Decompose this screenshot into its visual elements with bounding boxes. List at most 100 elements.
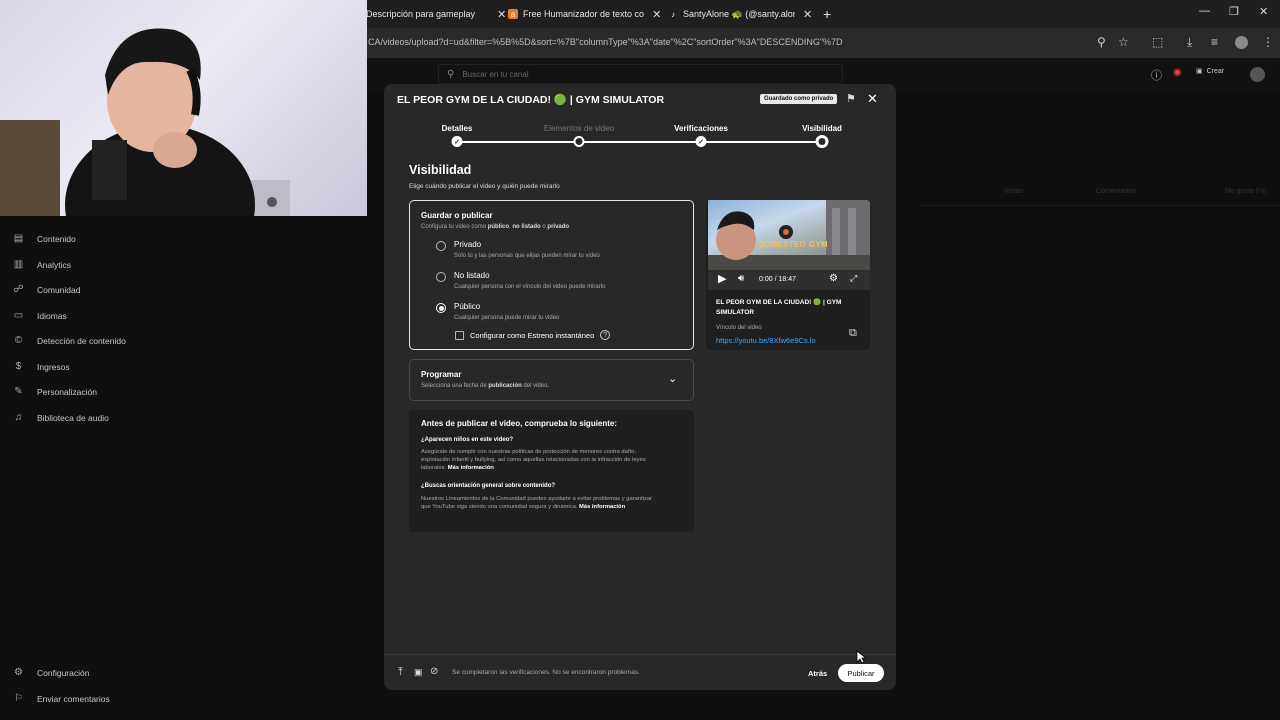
sidebar-item-personalizacion[interactable]: ✎ Personalización [12, 385, 97, 398]
checks-complete-icon[interactable]: ⊘ [430, 666, 438, 677]
sidebar-item-idiomas[interactable]: ▭ Idiomas [12, 309, 67, 322]
create-button[interactable]: ▣ Crear [1196, 67, 1224, 76]
volume-icon[interactable]: 🔊︎ [738, 273, 744, 284]
tab-humanizador[interactable]: a Free Humanizador de texto co ✕ [508, 4, 661, 24]
premiere-checkbox[interactable] [455, 330, 464, 340]
humanizer-favicon-icon: a [508, 9, 518, 19]
sidebar-item-audio[interactable]: ♫ Biblioteca de audio [12, 411, 109, 424]
sidebar-item-label: Biblioteca de audio [37, 412, 109, 423]
download-icon[interactable]: ⤓ [1187, 35, 1192, 50]
restore-icon[interactable]: ❐ [1229, 5, 1239, 18]
option-label: No listado [454, 271, 490, 280]
step-detalles[interactable]: Detalles [442, 124, 473, 133]
option-publico[interactable]: Público Cualquier persona puede mirar tu… [436, 302, 559, 321]
url-text[interactable]: CA/videos/upload?d=ud&filter=%5B%5D&sort… [368, 37, 843, 47]
video-thumbnail[interactable]: DOMESTEO GYM ▶ 🔊︎ 0:00 / 18:47 ⚙ ⤢ [708, 200, 870, 290]
media-control-icon[interactable]: ≡ [1211, 35, 1218, 49]
close-icon[interactable]: ✕ [803, 8, 812, 21]
sidebar-item-deteccion[interactable]: © Detección de contenido [12, 334, 126, 347]
sidebar-item-label: Enviar comentarios [37, 693, 110, 704]
window-close-icon[interactable]: ✕ [1259, 5, 1268, 18]
bookmark-star-icon[interactable]: ☆ [1118, 35, 1129, 49]
schedule-card[interactable]: Programar Selecciona una fecha de public… [409, 359, 694, 401]
chevron-down-icon[interactable]: ⌄ [668, 372, 677, 385]
webcam-overlay [0, 0, 367, 216]
publish-button[interactable]: Publicar [838, 664, 884, 682]
sidebar-item-label: Detección de contenido [37, 335, 126, 346]
checklist-a2: Nuestros Lineamientos de la Comunidad pu… [421, 496, 653, 510]
step-current-dot [815, 135, 829, 148]
step-visibilidad[interactable]: Visibilidad [802, 124, 842, 133]
saved-private-badge: Guardado como privado [760, 94, 838, 104]
radio-button[interactable] [436, 272, 446, 282]
sidebar-item-label: Ingresos [37, 361, 70, 372]
option-label: Público [454, 302, 481, 311]
new-tab-plus-icon[interactable]: + [823, 4, 831, 24]
option-desc: Cualquier persona puede mirar tu video [454, 315, 560, 321]
checklist-q2: ¿Buscas orientación general sobre conten… [421, 483, 556, 489]
option-label: Privado [454, 240, 482, 249]
video-time: 0:00 / 18:47 [759, 276, 796, 283]
tab-descripcion[interactable]: Descripción para gameplay ✕ [366, 4, 506, 24]
minimize-icon[interactable]: — [1199, 5, 1210, 17]
upload-icon[interactable]: ⤒ [398, 666, 403, 679]
sidebar-item-analytics[interactable]: ▥ Analytics [12, 258, 71, 271]
more-info-link[interactable]: Más información [579, 504, 625, 510]
save-publish-card: Guardar o publicar Configura tu video co… [409, 200, 694, 350]
back-button[interactable]: Atrás [798, 664, 837, 682]
analytics-icon: ▥ [13, 259, 24, 270]
copy-icon[interactable]: ⧉ [849, 327, 857, 340]
schedule-subtitle: Selecciona una fecha de publicación del … [421, 383, 550, 389]
settings-icon[interactable]: ⚙ [829, 273, 838, 284]
fullscreen-icon[interactable]: ⤢ [850, 273, 857, 284]
premiere-label: Configurar como Estreno instantáneo [470, 330, 595, 340]
content-icon: ▤ [13, 233, 24, 244]
profile-avatar-icon[interactable] [1235, 36, 1248, 49]
option-desc: Solo tú y las personas que elijas pueden… [454, 253, 600, 259]
channel-avatar[interactable] [1250, 67, 1265, 82]
step-elementos[interactable]: Elementos de video [544, 124, 614, 133]
tab-tiktok[interactable]: ♪ SantyAlone 🐢 (@santy.aloneok ✕ [668, 4, 812, 24]
feedback-icon: ⚐ [14, 693, 23, 704]
upload-dialog: EL PEOR GYM DE LA CIUDAD! 🟢 | GYM SIMULA… [384, 84, 896, 690]
sidebar-item-feedback[interactable]: ⚐ Enviar comentarios [12, 692, 110, 705]
option-no-listado[interactable]: No listado Cualquier persona con el vínc… [436, 271, 605, 290]
zoom-icon[interactable]: ⚲ [1097, 35, 1106, 49]
stepper-line [457, 141, 822, 143]
play-icon[interactable]: ▶ [718, 272, 726, 285]
mouse-cursor-icon [856, 650, 866, 664]
radio-button-selected[interactable] [436, 303, 446, 313]
radio-button[interactable] [436, 241, 446, 251]
video-link[interactable]: https://youtu.be/8Xfw6e9Cs.lo [716, 336, 816, 345]
dialog-title: EL PEOR GYM DE LA CIUDAD! 🟢 | GYM SIMULA… [397, 94, 665, 106]
search-input[interactable]: ⚲ Buscar en tu canal [438, 64, 843, 84]
hd-icon[interactable]: ▣ [414, 667, 423, 678]
step-verificaciones[interactable]: Verificaciones [674, 124, 728, 133]
sidebar-item-ingresos[interactable]: $ Ingresos [12, 360, 70, 373]
extensions-icon[interactable]: ⬚ [1152, 35, 1163, 49]
checklist-title: Antes de publicar el video, comprueba lo… [421, 419, 618, 428]
audio-library-icon: ♫ [14, 412, 23, 423]
sidebar-item-label: Idiomas [37, 310, 67, 321]
more-vert-icon[interactable]: ⋮ [1262, 35, 1274, 49]
schedule-title: Programar [421, 370, 462, 379]
sidebar-item-label: Contenido [37, 233, 76, 244]
sidebar-item-contenido[interactable]: ▤ Contenido [12, 232, 76, 245]
more-info-link[interactable]: Más información [448, 465, 494, 471]
close-icon[interactable]: ✕ [497, 8, 506, 21]
premiere-checkbox-row[interactable]: Configurar como Estreno instantáneo ? [455, 330, 611, 340]
close-icon[interactable]: ✕ [652, 8, 661, 21]
step-done-check-icon: ✓ [695, 136, 707, 147]
option-privado[interactable]: Privado Solo tú y las personas que elija… [436, 240, 600, 259]
webcam-person-image [0, 28, 290, 216]
sidebar-item-comunidad[interactable]: ☍ Comunidad [12, 283, 80, 296]
footer-status: Se completaron las verificaciones. No se… [452, 669, 640, 676]
help-icon[interactable]: ? [600, 330, 611, 340]
help-icon[interactable]: ⓘ [1151, 67, 1162, 83]
community-icon: ☍ [13, 284, 24, 295]
feedback-flag-icon[interactable]: ⚑ [846, 92, 856, 105]
sidebar-item-configuracion[interactable]: ⚙ Configuración [12, 666, 89, 679]
checklist-a1: Asegúrate de cumplir con nuestras políti… [421, 449, 646, 471]
close-icon[interactable]: ✕ [867, 91, 878, 107]
notifications-icon[interactable]: ◉ [1173, 67, 1182, 78]
